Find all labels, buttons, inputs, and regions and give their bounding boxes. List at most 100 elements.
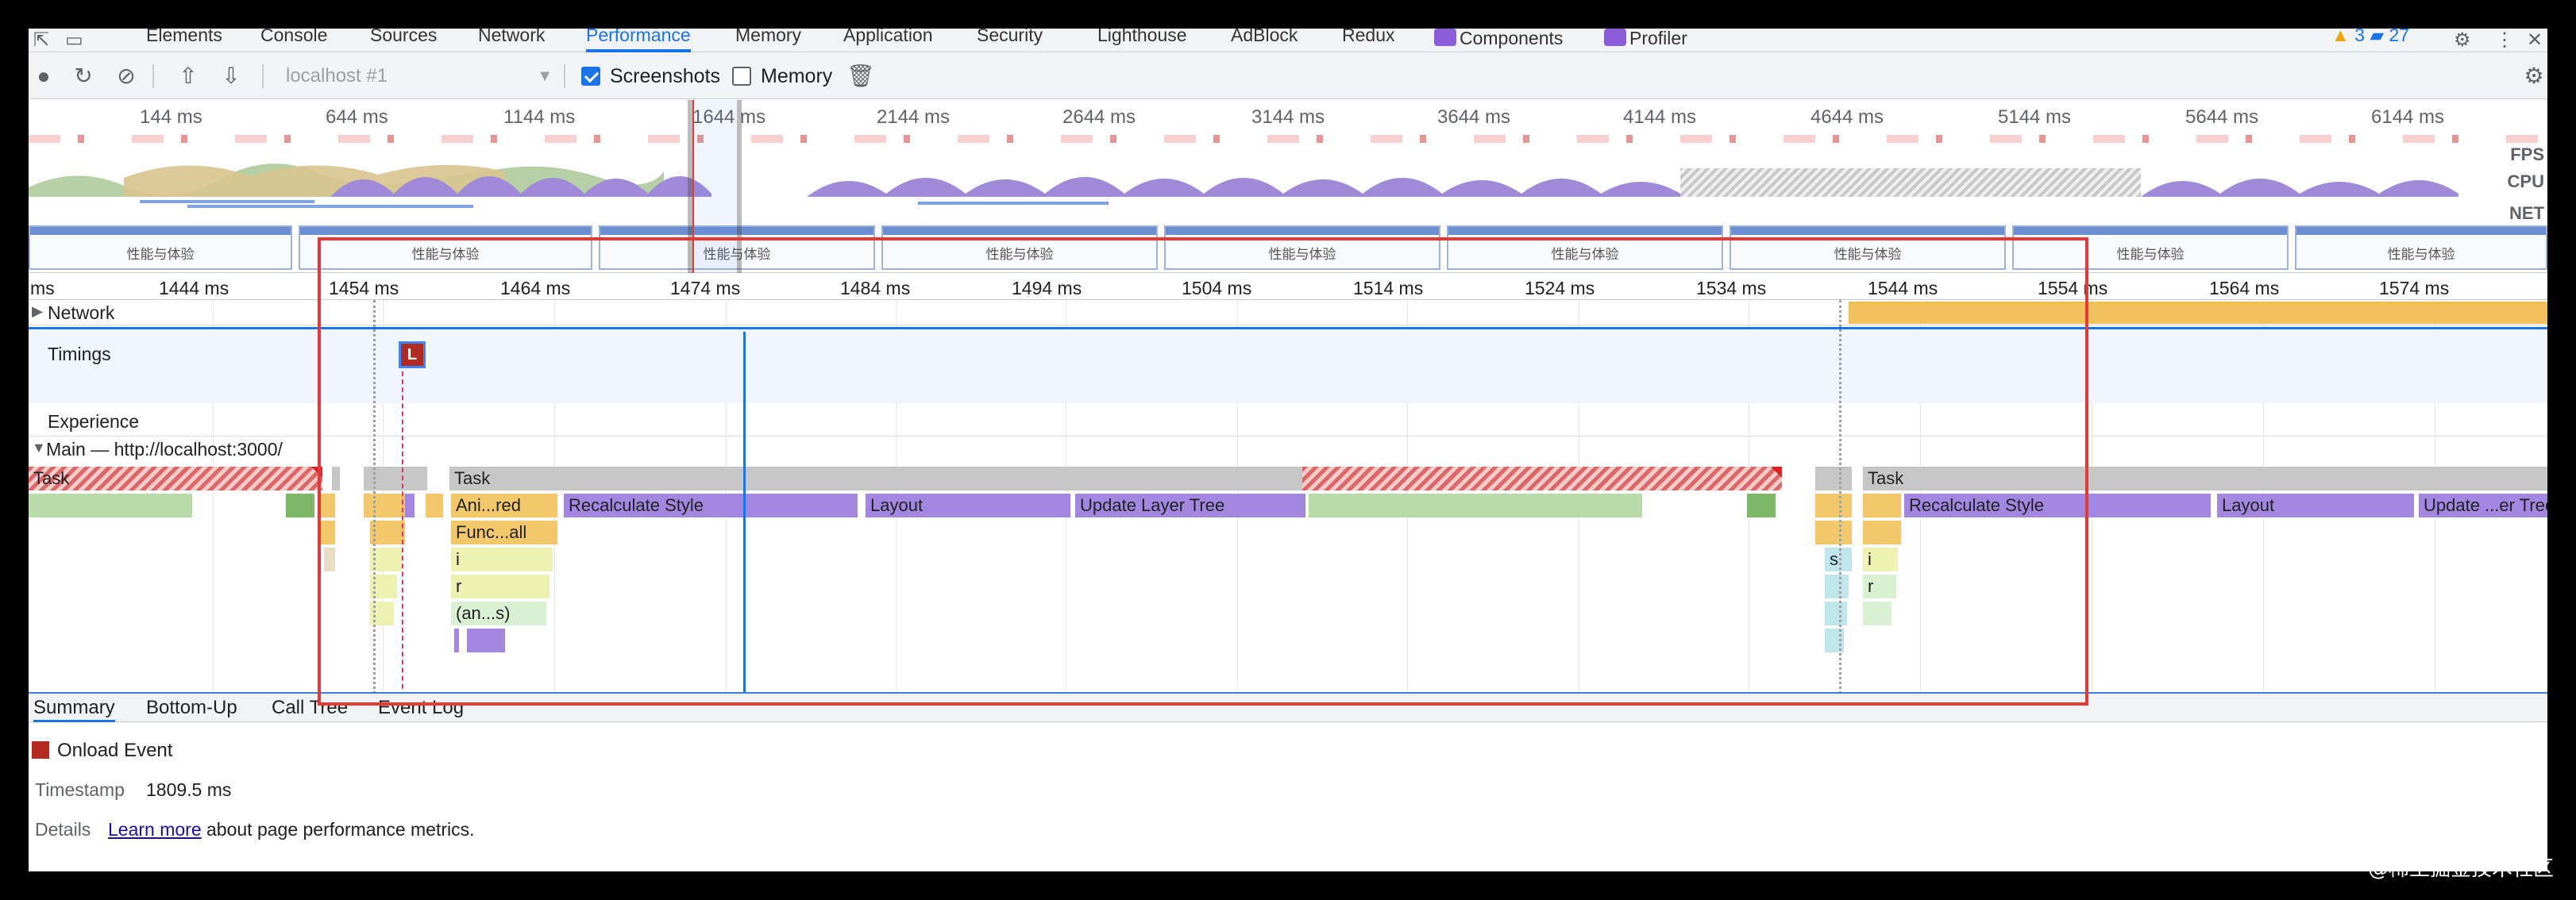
tab-network[interactable]: Network [478, 29, 545, 52]
task-bar[interactable]: Task [449, 467, 1323, 490]
task-bar[interactable]: Task [1863, 467, 2547, 490]
overview-selection-window[interactable] [692, 100, 737, 273]
long-task-bar[interactable] [1302, 467, 1782, 490]
screenshot-thumbnail[interactable]: 性能与体验 [1447, 225, 1723, 270]
collapse-arrow-icon[interactable]: ▼ [32, 440, 46, 456]
function-r-bar[interactable]: r [451, 575, 550, 598]
screenshots-checkbox[interactable] [581, 67, 600, 86]
recalculate-style-bar[interactable]: Recalculate Style [564, 494, 858, 517]
screenshot-thumbnail[interactable]: 性能与体验 [299, 225, 592, 270]
chevron-down-icon: ▼ [537, 67, 553, 85]
close-devtools-icon[interactable]: ✕ [2527, 31, 2546, 50]
tab-adblock[interactable]: AdBlock [1231, 29, 1298, 52]
tab-summary[interactable]: Summary [33, 694, 115, 722]
layout-bar[interactable]: Layout [2217, 494, 2414, 517]
tab-lighthouse[interactable]: Lighthouse [1097, 29, 1187, 52]
issue-counts[interactable]: ▲ 3 ▰ 27 [2331, 29, 2409, 52]
task-bar[interactable] [1815, 467, 1852, 490]
tab-performance[interactable]: Performance [586, 29, 691, 52]
event-bar[interactable] [467, 629, 505, 652]
learn-more-link[interactable]: Learn more [108, 819, 202, 840]
reload-record-icon[interactable]: ↻ [71, 64, 95, 88]
update-layer-tree-bar[interactable]: Update Layer Tree [1075, 494, 1305, 517]
timings-track[interactable]: Timings L [29, 327, 2547, 403]
function-i-bar[interactable]: i [1863, 548, 1898, 571]
screenshot-thumbnail[interactable]: 性能与体验 [29, 225, 292, 270]
event-bar[interactable] [1863, 494, 1901, 517]
event-bar[interactable] [364, 494, 405, 517]
layout-bar[interactable]: Layout [866, 494, 1070, 517]
tab-security[interactable]: Security [977, 29, 1043, 52]
event-bar[interactable] [454, 629, 459, 652]
tab-sources[interactable]: Sources [370, 29, 437, 52]
screenshot-thumbnail[interactable]: 性能与体验 [1164, 225, 1440, 270]
main-track-header[interactable]: ▼ Main — http://localhost:3000/ [29, 437, 2547, 460]
load-profile-icon[interactable]: ⇧ [176, 64, 200, 88]
event-bar[interactable] [29, 494, 192, 517]
network-request-bar[interactable] [1849, 302, 2547, 324]
save-profile-icon[interactable]: ⇩ [219, 64, 243, 88]
animation-frame-fired-bar[interactable]: Ani...red [451, 494, 557, 517]
event-bar[interactable] [1863, 602, 1892, 625]
event-bar[interactable] [426, 494, 443, 517]
device-toolbar-icon[interactable]: ▭ [65, 31, 84, 50]
profile-select[interactable]: localhost #1 ▼ [280, 61, 561, 91]
inspect-element-icon[interactable]: ⇱ [33, 31, 52, 50]
experience-track[interactable]: Experience [29, 405, 2547, 437]
tab-bottom-up[interactable]: Bottom-Up [146, 694, 237, 722]
network-track[interactable]: ▶ Network [29, 300, 2547, 325]
tab-call-tree[interactable]: Call Tree [272, 694, 348, 722]
anonymous-function-bar[interactable]: (an...s) [451, 602, 546, 625]
update-layer-tree-bar[interactable]: Update ...er Tree [2419, 494, 2547, 517]
expand-arrow-icon[interactable]: ▶ [32, 303, 43, 320]
event-bar[interactable] [1309, 494, 1642, 517]
event-bar[interactable] [1863, 521, 1901, 544]
capture-settings-gear-icon[interactable]: ⚙ [2522, 64, 2546, 88]
event-label: r [1868, 576, 1874, 596]
tab-application[interactable]: Application [843, 29, 933, 52]
timeline-cursor[interactable] [743, 332, 746, 721]
tab-console[interactable]: Console [260, 29, 327, 52]
screenshot-thumbnail[interactable]: 性能与体验 [2012, 225, 2289, 270]
overview-window-right-handle[interactable] [737, 100, 742, 273]
recalculate-style-bar[interactable]: Recalculate Style [1904, 494, 2211, 517]
event-bar[interactable] [1815, 494, 1852, 517]
long-task-bar[interactable]: Task [29, 467, 322, 490]
more-menu-icon[interactable]: ⋮ [2495, 31, 2514, 50]
event-bar[interactable] [324, 548, 335, 571]
function-r-bar[interactable]: r [1863, 575, 1896, 598]
flame-chart[interactable]: ▶ Network Timings L Experience ▼ Main — … [29, 300, 2547, 721]
event-bar[interactable] [1747, 494, 1776, 517]
screenshot-thumbnail[interactable]: 性能与体验 [1730, 225, 2006, 270]
tab-memory[interactable]: Memory [735, 29, 801, 52]
settings-gear-icon[interactable]: ⚙ [2454, 31, 2473, 50]
screenshot-thumbnail[interactable]: 性能与体验 [2295, 225, 2547, 270]
tab-elements[interactable]: Elements [146, 29, 222, 52]
event-bar[interactable] [319, 494, 335, 517]
task-bar[interactable] [332, 467, 340, 490]
event-bar[interactable] [319, 521, 335, 544]
ruler-tick: 1574 ms [2379, 278, 2450, 298]
function-i-bar[interactable]: i [451, 548, 553, 571]
screenshot-thumbnail[interactable]: 性能与体验 [881, 225, 1158, 270]
event-bar[interactable] [1825, 575, 1849, 598]
tab-components[interactable]: Components [1434, 29, 1563, 52]
timeline-overview[interactable]: 144 ms 644 ms 1144 ms 1644 ms 2144 ms 26… [29, 100, 2547, 273]
function-call-bar[interactable]: Func...all [451, 521, 557, 544]
clear-icon[interactable]: ⊘ [114, 64, 138, 88]
event-bar[interactable] [405, 494, 415, 517]
event-bar[interactable] [1825, 602, 1847, 625]
event-bar[interactable] [1815, 521, 1852, 544]
memory-checkbox[interactable] [732, 67, 751, 86]
screenshot-text: 性能与体验 [2387, 247, 2455, 263]
tab-event-log[interactable]: Event Log [378, 694, 464, 722]
tab-profiler[interactable]: Profiler [1604, 29, 1687, 52]
event-bar[interactable]: s [1825, 548, 1852, 571]
main-track-label: Main — http://localhost:3000/ [46, 439, 283, 460]
watermark: @稀土掘金技术社区 [2367, 857, 2554, 881]
record-icon[interactable]: ● [32, 64, 56, 88]
event-bar[interactable] [286, 494, 314, 517]
onload-marker[interactable]: L [399, 341, 426, 368]
trash-icon[interactable]: 🗑 [846, 64, 875, 88]
tab-redux[interactable]: Redux [1342, 29, 1394, 52]
